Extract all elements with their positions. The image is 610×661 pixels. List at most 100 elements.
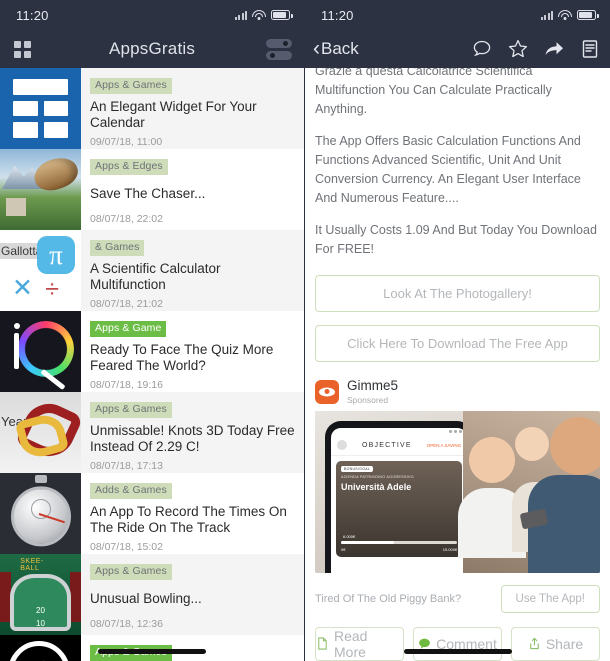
article-list[interactable]: Apps & Games An Elegant Widget For Your … xyxy=(0,68,304,661)
right-phone-pane: 11:20 ‹ Back Grazie a questa Calcolatric… xyxy=(305,0,610,661)
app-title: AppsGratis xyxy=(108,39,196,58)
comment-button[interactable]: Comment xyxy=(413,626,502,661)
hot-air-balloon-thumb xyxy=(0,149,81,230)
battery-icon xyxy=(271,10,293,20)
thumb-score: 20 xyxy=(36,606,45,615)
list-item-meta: Apps & Edges Save The Chaser... 08/07/18… xyxy=(81,149,304,230)
list-item-time: 08/07/18, 12:36 xyxy=(90,618,163,631)
thumb-caption: SKEE-BALL xyxy=(20,558,44,572)
phone-amount: 6.000€ xyxy=(343,533,356,539)
list-item[interactable]: Apps & Games An Elegant Widget For Your … xyxy=(0,68,304,149)
list-item-title: Ready To Face The Quiz More Feared The W… xyxy=(90,342,274,374)
battery-icon xyxy=(577,10,599,20)
ad-advertiser-name: Gimme5 xyxy=(347,377,399,393)
list-item-time: 08/07/18, 21:02 xyxy=(90,297,163,310)
phone-app-logo xyxy=(337,440,347,451)
list-item[interactable]: Apps & Games xyxy=(0,635,304,661)
phone-card-subtitle: AZIENDA PATRIMONIO AGGRESSIVO xyxy=(341,474,414,479)
compass-thumb xyxy=(0,635,81,661)
nav-action-icons xyxy=(472,39,600,59)
status-time: 11:20 xyxy=(16,7,49,23)
list-item-title: A Scientific Calculator Multifunction xyxy=(90,261,221,293)
status-indicators xyxy=(540,9,599,21)
category-badge: Apps & Games xyxy=(90,78,172,95)
sliders-toggle-icon[interactable] xyxy=(266,38,292,60)
calculator-widget-thumb xyxy=(0,68,81,149)
list-item[interactable]: Apps & Edges Save The Chaser... 08/07/18… xyxy=(0,149,304,230)
phone-goal-card: BONUS/GOAL AZIENDA PATRIMONIO AGGRESSIVO… xyxy=(336,460,463,557)
share-button[interactable]: Share xyxy=(511,626,600,661)
phone-progress-max: 15.000€ xyxy=(442,546,458,552)
list-item[interactable]: SKEE-BALL 20 10 Apps & Games Unusual Bow… xyxy=(0,554,304,635)
multiply-symbol-icon: ✕ xyxy=(12,274,33,302)
list-item-time: 08/07/18, 17:13 xyxy=(90,459,163,472)
dual-phone-screenshot: 11:20 AppsGratis Apps & Games An Elegant… xyxy=(0,0,610,661)
read-more-button[interactable]: Read More xyxy=(315,626,404,661)
article-paragraph: The App Offers Basic Calculation Functio… xyxy=(315,134,581,205)
list-item[interactable]: Year Apps & Games Unmissable! Knots 3D T… xyxy=(0,392,304,473)
category-badge: Apps & Edges xyxy=(90,159,168,176)
ad-banner-image[interactable]: OBJECTIVE OPEN A SAVING BONUS/GOAL AZIEN… xyxy=(315,410,600,573)
list-item-title: Unusual Bowling... xyxy=(90,591,202,607)
back-label: Back xyxy=(321,39,359,58)
phone-status-bar xyxy=(331,427,468,436)
pi-calculator-thumb: Gallotta π ✕ ÷ xyxy=(0,230,81,311)
share-label: Share xyxy=(545,635,584,652)
phone-card-headline: Università Adele xyxy=(341,481,412,492)
list-item-time: 08/07/18, 15:02 xyxy=(90,540,163,553)
phone-progress-min: 0€ xyxy=(341,546,346,552)
category-badge: Apps & Game xyxy=(90,321,167,338)
list-item-title: An Elegant Widget For Your Calendar xyxy=(90,99,257,131)
iq-quiz-thumb xyxy=(0,311,81,392)
star-icon[interactable] xyxy=(508,39,528,59)
home-indicator-left xyxy=(98,649,206,654)
grid-icon[interactable] xyxy=(14,40,31,58)
download-app-button[interactable]: Click Here To Download The Free App xyxy=(315,324,600,362)
list-item-title: Save The Chaser... xyxy=(90,186,206,202)
pi-symbol-icon: π xyxy=(37,236,75,274)
phone-progress-bar xyxy=(341,540,458,544)
article-paragraph: It Usually Costs 1.09 And But Today You … xyxy=(315,223,597,256)
article-paragraph: Grazie a questa Calcolatrice Scientifica… xyxy=(315,68,552,116)
list-item-meta: Apps & Games An Elegant Widget For Your … xyxy=(81,68,304,149)
status-bar-right: 11:20 xyxy=(305,0,610,30)
list-item-title: Unmissable! Knots 3D Today Free Instead … xyxy=(90,423,295,455)
list-item[interactable]: Gallotta π ✕ ÷ & Games A Scientific Calc… xyxy=(0,230,304,311)
divide-symbol-icon: ÷ xyxy=(45,275,59,303)
category-badge: & Games xyxy=(90,240,145,257)
status-indicators xyxy=(234,9,293,21)
thumb-score: 10 xyxy=(36,619,45,628)
phone-cta-label: OPEN A SAVING xyxy=(426,442,462,448)
home-indicator-right xyxy=(403,649,512,654)
list-item-meta: Apps & Games xyxy=(81,635,304,661)
right-nav-bar: ‹ Back xyxy=(305,30,610,68)
list-item-time: 08/07/18, 22:02 xyxy=(90,213,163,226)
status-time: 11:20 xyxy=(321,7,354,23)
ad-sponsored-label: Sponsored xyxy=(347,394,389,405)
use-the-app-button[interactable]: Use The App! xyxy=(500,584,600,613)
article-detail: Grazie a questa Calcolatrice Scientifica… xyxy=(305,68,610,661)
list-item-title: An App To Record The Times On The Ride O… xyxy=(90,504,287,536)
ad-footer: Tired Of The Old Piggy Bank? Use The App… xyxy=(315,584,600,613)
ad-banner-right xyxy=(457,410,600,573)
left-nav-bar: AppsGratis xyxy=(0,30,304,68)
wifi-icon xyxy=(252,9,266,21)
list-lines-icon[interactable] xyxy=(580,39,600,59)
back-button[interactable]: ‹ Back xyxy=(313,38,359,59)
sponsored-ad[interactable]: Gimme5 Sponsored OBJECTIVE OPEN A SAVING… xyxy=(305,375,610,613)
list-item-meta: Adds & Games An App To Record The Times … xyxy=(81,473,304,554)
signal-icon xyxy=(540,10,553,20)
ad-footer-text: Tired Of The Old Piggy Bank? xyxy=(315,592,462,605)
list-item-time: 08/07/18, 19:16 xyxy=(90,378,163,391)
document-icon xyxy=(316,637,329,650)
read-more-label: Read More xyxy=(334,627,368,660)
list-item[interactable]: Apps & Game Ready To Face The Quiz More … xyxy=(0,311,304,392)
phone-nav: OBJECTIVE OPEN A SAVING xyxy=(331,436,468,456)
phone-card-tag: BONUS/GOAL xyxy=(341,465,374,472)
wifi-icon xyxy=(558,9,572,21)
share-arrow-icon[interactable] xyxy=(544,39,564,59)
photogallery-button[interactable]: Look At The Photogallery! xyxy=(315,274,600,312)
list-item-meta: Apps & Game Ready To Face The Quiz More … xyxy=(81,311,304,392)
list-item[interactable]: Adds & Games An App To Record The Times … xyxy=(0,473,304,554)
comment-bubble-icon[interactable] xyxy=(472,39,492,59)
